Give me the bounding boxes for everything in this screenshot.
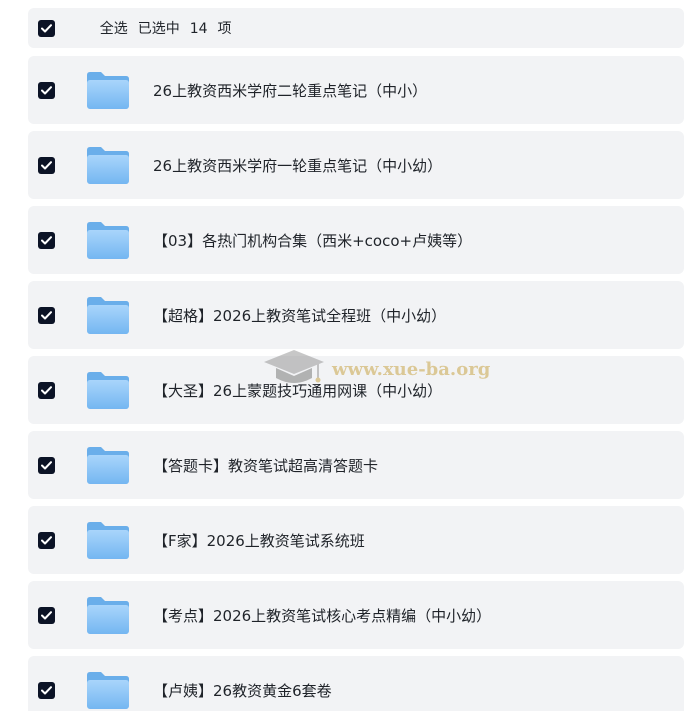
watermark-text: www.xue-ba.org [332, 358, 491, 380]
folder-name[interactable]: 【超格】2026上教资笔试全程班（中小幼） [153, 305, 446, 326]
folder-name[interactable]: 【卢姨】26教资黄金6套卷 [153, 680, 332, 701]
selection-summary: 全选 已选中 14 项 [73, 2, 232, 54]
folder-icon [87, 597, 129, 634]
selected-suffix: 项 [217, 21, 232, 37]
folder-row[interactable]: 【F家】2026上教资笔试系统班 [28, 506, 684, 574]
selection-header: 全选 已选中 14 项 [28, 8, 684, 48]
checkmark-icon [41, 85, 52, 94]
folder-icon [87, 372, 129, 409]
file-list-page: 全选 已选中 14 项 26上教资西米学府二轮重点笔记（中小） 26上教资西米学… [0, 0, 684, 711]
folder-row[interactable]: 【答题卡】教资笔试超高清答题卡 [28, 431, 684, 499]
folder-name[interactable]: 【考点】2026上教资笔试核心考点精编（中小幼） [153, 605, 491, 626]
select-all-label[interactable]: 全选 [100, 21, 128, 37]
checkmark-icon [41, 460, 52, 469]
checkmark-icon [41, 23, 52, 32]
folder-name[interactable]: 26上教资西米学府一轮重点笔记（中小幼） [153, 155, 442, 176]
checkmark-icon [41, 610, 52, 619]
checkmark-icon [41, 310, 52, 319]
folder-row[interactable]: 【卢姨】26教资黄金6套卷 [28, 656, 684, 711]
row-checkbox[interactable] [38, 231, 55, 249]
selected-prefix: 已选中 [137, 21, 180, 37]
folder-row[interactable]: 【03】各热门机构合集（西米+coco+卢姨等） [28, 206, 684, 274]
row-checkbox[interactable] [38, 306, 55, 324]
folder-icon [87, 297, 129, 334]
folder-icon [87, 672, 129, 709]
folder-icon [87, 447, 129, 484]
row-checkbox[interactable] [38, 681, 55, 699]
graduation-cap-icon [264, 350, 324, 383]
folder-name[interactable]: 【答题卡】教资笔试超高清答题卡 [153, 455, 378, 476]
folder-row[interactable]: 26上教资西米学府二轮重点笔记（中小） [28, 56, 684, 124]
folder-row[interactable]: 【考点】2026上教资笔试核心考点精编（中小幼） [28, 581, 684, 649]
row-checkbox[interactable] [38, 81, 55, 99]
folder-row[interactable]: 【超格】2026上教资笔试全程班（中小幼） [28, 281, 684, 349]
checkmark-icon [41, 160, 52, 169]
folder-icon [87, 222, 129, 259]
select-all-checkbox[interactable] [38, 19, 55, 37]
row-checkbox[interactable] [38, 381, 55, 399]
selected-count: 14 [189, 21, 208, 37]
row-checkbox[interactable] [38, 606, 55, 624]
folder-icon [87, 72, 129, 109]
folder-name[interactable]: 26上教资西米学府二轮重点笔记（中小） [153, 80, 427, 101]
row-checkbox[interactable] [38, 156, 55, 174]
folder-icon [87, 522, 129, 559]
site-watermark: www.xue-ba.org [262, 346, 490, 392]
folder-icon [87, 147, 129, 184]
checkmark-icon [41, 235, 52, 244]
folder-name[interactable]: 【03】各热门机构合集（西米+coco+卢姨等） [153, 230, 472, 251]
folder-row[interactable]: 26上教资西米学府一轮重点笔记（中小幼） [28, 131, 684, 199]
folder-name[interactable]: 【F家】2026上教资笔试系统班 [153, 530, 365, 551]
checkmark-icon [41, 535, 52, 544]
checkmark-icon [41, 385, 52, 394]
row-checkbox[interactable] [38, 531, 55, 549]
row-checkbox[interactable] [38, 456, 55, 474]
checkmark-icon [41, 685, 52, 694]
